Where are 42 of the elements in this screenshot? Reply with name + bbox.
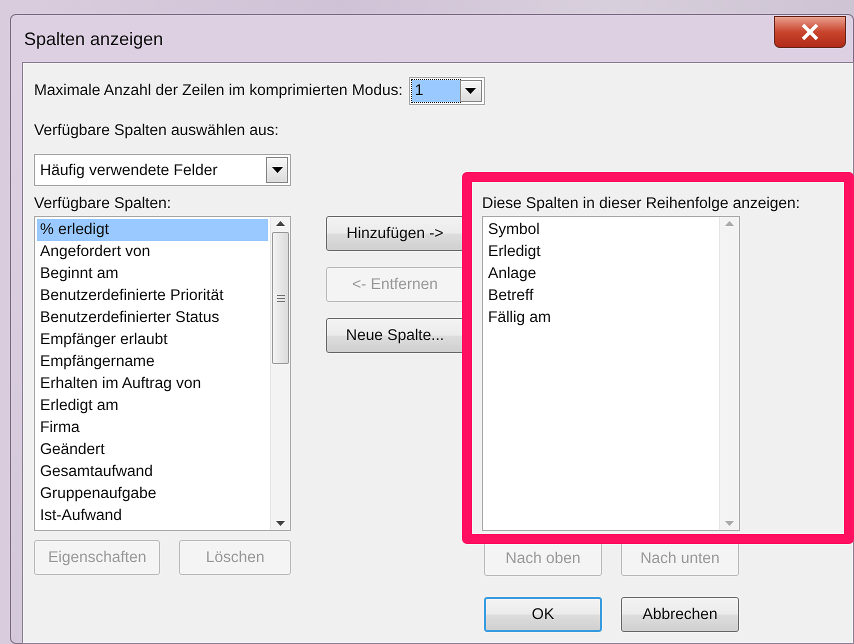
list-item[interactable]: Symbol <box>485 219 717 242</box>
source-label: Verfügbare Spalten auswählen aus: <box>34 121 280 141</box>
window-title: Spalten anzeigen <box>24 28 164 51</box>
list-item[interactable]: Erledigt <box>485 241 717 264</box>
available-columns-list[interactable] <box>34 216 291 532</box>
list-item[interactable]: Geändert <box>37 439 268 462</box>
list-item[interactable]: Fällig am <box>485 307 717 330</box>
dialog-button[interactable]: Neue Spalte... <box>326 318 464 354</box>
list-item[interactable]: Beginnt am <box>37 263 268 286</box>
max-rows-combobox[interactable]: 1 <box>408 77 485 105</box>
max-rows-label: Maximale Anzahl der Zeilen im komprimierten Modus: <box>34 81 403 102</box>
list-item[interactable]: Erhalten im Auftrag von <box>37 373 268 396</box>
dialog-button[interactable]: OK <box>484 597 602 632</box>
dropdown-arrow-icon <box>272 167 282 174</box>
shown-columns-list[interactable]: Symbol Erledigt Anlage Betreff Fällig am <box>482 216 740 532</box>
source-combobox[interactable]: Häufig verwendete Felder <box>34 154 291 186</box>
dropdown-arrow-icon <box>465 88 476 94</box>
scroll-up-icon <box>725 221 734 226</box>
list-item[interactable]: Gesamtaufwand <box>37 461 268 484</box>
list-item[interactable]: Empfänger erlaubt <box>37 329 268 352</box>
list-item[interactable]: Erledigt am <box>37 395 268 418</box>
list-item[interactable]: Benutzerdefinierter Status <box>37 307 268 330</box>
list-item[interactable]: Angefordert von <box>37 241 268 264</box>
scroll-up-icon <box>276 221 285 226</box>
close-button[interactable] <box>774 16 846 48</box>
close-icon <box>801 24 819 40</box>
scroll-down-icon <box>725 521 734 526</box>
list-item[interactable]: % erledigt <box>37 219 268 242</box>
list-item[interactable]: Gruppenaufgabe <box>37 483 268 506</box>
dialog-button[interactable]: Abbrechen <box>621 597 739 632</box>
dialog-button[interactable]: Hinzufügen -> <box>326 216 464 252</box>
available-columns-label: Verfügbare Spalten: <box>34 194 172 214</box>
shown-columns-label: Diese Spalten in dieser Reihenfolge anzeigen: <box>482 194 800 214</box>
list-item[interactable]: Firma <box>37 417 268 440</box>
list-item[interactable]: Empfängername <box>37 351 268 374</box>
grip-icon <box>276 294 284 302</box>
list-item[interactable]: Ist-Aufwand <box>37 505 268 528</box>
list-item[interactable]: Benutzerdefinierte Priorität <box>37 285 268 308</box>
list-item[interactable]: Betreff <box>485 285 717 308</box>
scroll-down-icon <box>276 521 285 526</box>
list-item[interactable]: Anlage <box>485 263 717 286</box>
scrollbar-thumb[interactable] <box>272 232 289 364</box>
